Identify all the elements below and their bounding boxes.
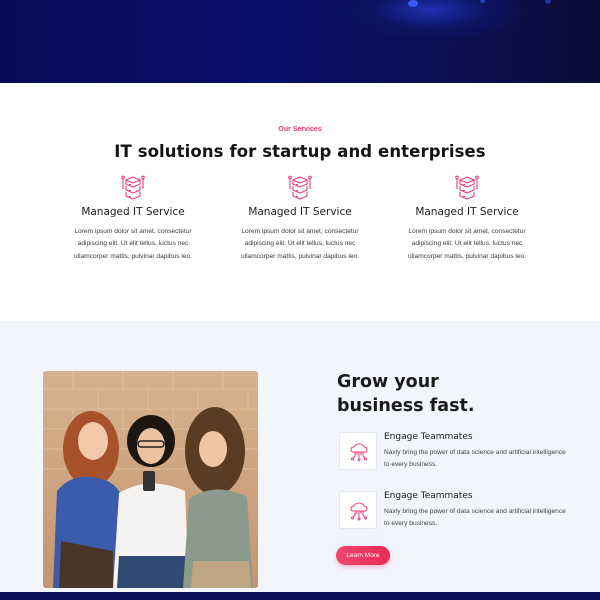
cloud-network-icon: [350, 502, 368, 521]
grow-title-line: Grow your: [337, 372, 439, 392]
feature-title: Engage Teammates: [384, 432, 473, 442]
service-card-text: Lorem ipsum dolor sit amet, consectetur …: [407, 228, 526, 260]
footer-strip: [0, 592, 600, 600]
server-stack-icon: [288, 175, 312, 200]
feature-text: Naxly bring the power of data science an…: [384, 449, 566, 468]
server-stack-icon: [455, 175, 479, 200]
service-card: Managed IT Service Lorem ipsum dolor sit…: [387, 173, 547, 263]
service-card-text: Lorem ipsum dolor sit amet, consectetur …: [73, 228, 192, 260]
service-card: Managed IT Service Lorem ipsum dolor sit…: [53, 173, 213, 263]
feature-icon-box: [339, 432, 377, 470]
services-section: Our Services IT solutions for startup an…: [0, 83, 600, 321]
feature-icon-box: [339, 491, 377, 529]
hero-glow-dot: [545, 0, 551, 4]
team-photo: [43, 371, 258, 588]
grow-title-line: business fast.: [337, 396, 475, 416]
service-card-text: Lorem ipsum dolor sit amet, consectetur …: [240, 228, 359, 260]
grow-title: Grow your business fast.: [337, 370, 475, 418]
feature-title: Engage Teammates: [384, 491, 473, 501]
service-card-title: Managed IT Service: [248, 206, 352, 218]
hero-glow-dot: [408, 0, 418, 7]
cloud-network-icon: [350, 443, 368, 462]
grow-section: Grow your business fast. Engage Teammate…: [0, 321, 600, 592]
server-stack-icon: [121, 175, 145, 200]
services-title: IT solutions for startup and enterprises: [114, 142, 486, 161]
services-eyebrow: Our Services: [278, 126, 322, 133]
team-photo-illustration: [43, 371, 258, 588]
hero-banner: [0, 0, 600, 83]
service-card-title: Managed IT Service: [81, 206, 185, 218]
learn-more-button[interactable]: Learn More: [336, 546, 390, 565]
feature-text: Naxly bring the power of data science an…: [384, 508, 566, 527]
hero-glow-dot: [480, 0, 485, 3]
service-card-title: Managed IT Service: [415, 206, 519, 218]
service-card: Managed IT Service Lorem ipsum dolor sit…: [220, 173, 380, 263]
